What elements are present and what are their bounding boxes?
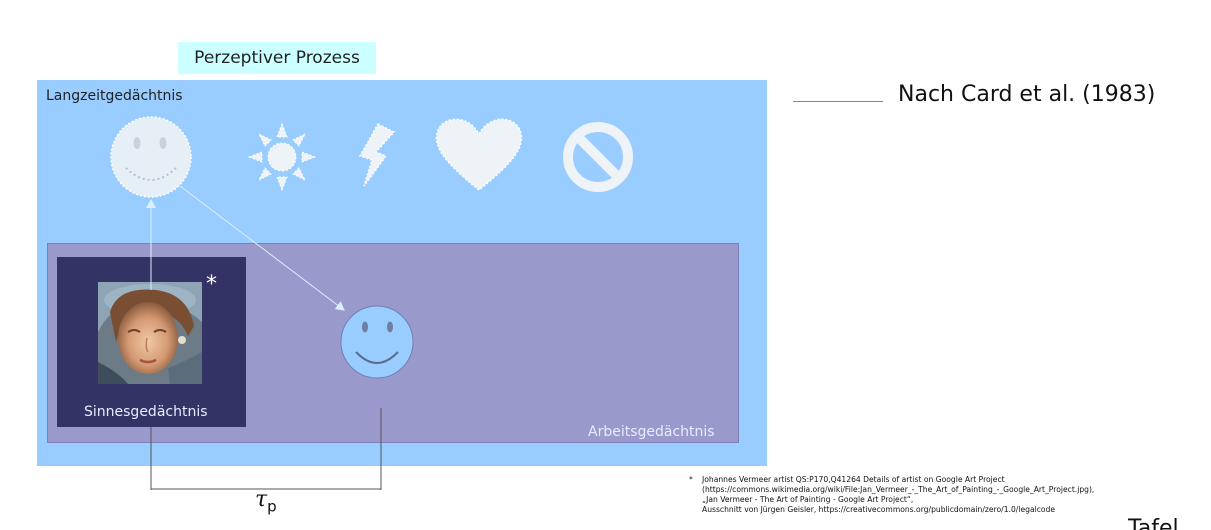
source-citation: Nach Card et al. (1983): [898, 82, 1156, 107]
arrow-ltm-to-working: [179, 185, 345, 311]
prohibited-icon: [563, 122, 633, 192]
footnote-asterisk: *: [689, 475, 693, 484]
image-credit-footnote: * Johannes Vermeer artist QS:P170,Q41264…: [689, 475, 1205, 515]
page-number: Tafel 127: [1128, 516, 1179, 530]
footnote-line: Johannes Vermeer artist QS:P170,Q41264 D…: [702, 475, 1005, 484]
tau-subscript: p: [267, 497, 277, 516]
tau-p-label: τp: [255, 487, 277, 515]
lightning-icon: [358, 123, 396, 187]
footnote-line: „Jan Vermeer - The Art of Painting - Goo…: [702, 495, 914, 504]
working-memory-smiley-icon: [340, 305, 414, 379]
heart-icon: [435, 118, 523, 191]
sun-icon: [247, 122, 317, 192]
smiley-icon: [110, 116, 192, 198]
footnote-line: (https://commons.wikimedia.org/wiki/File…: [702, 485, 1095, 494]
source-divider: [793, 101, 883, 102]
tau-interval-bracket: [150, 408, 382, 490]
tau-symbol: τ: [255, 487, 268, 512]
diagram-graphics: [110, 116, 633, 490]
